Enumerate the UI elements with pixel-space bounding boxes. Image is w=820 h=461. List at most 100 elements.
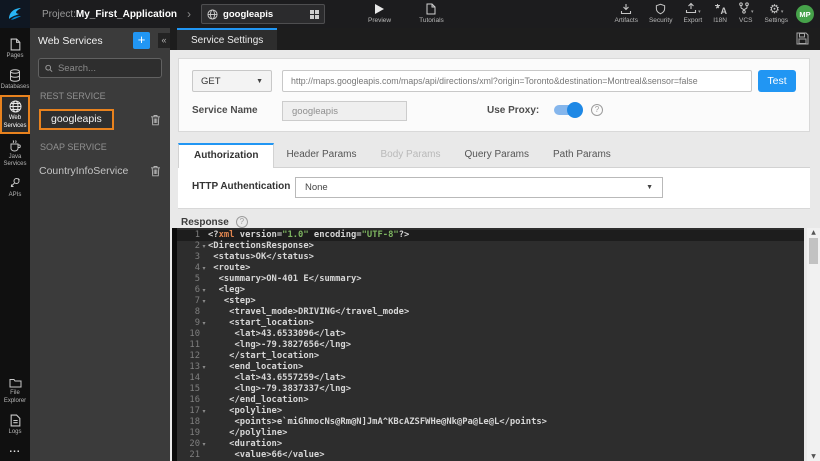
search-input[interactable]	[57, 62, 155, 74]
service-item-countryinfoservice[interactable]: CountryInfoService	[30, 157, 170, 184]
code-line: 10 <lat>43.6533096</lat>	[189, 329, 346, 339]
vertical-scrollbar[interactable]: ▲ ▼	[807, 228, 820, 461]
settings-button[interactable]: ⚙ ▾ Settings	[765, 3, 789, 24]
code-line: 12 </start_location>	[189, 351, 320, 361]
sidebar-more-button[interactable]: ...	[9, 440, 20, 461]
trash-icon	[151, 114, 160, 125]
service-item-googleapis[interactable]: googleapis	[30, 106, 170, 133]
request-form: GET ▼ Test Service Name Use Proxy: ?	[178, 58, 810, 132]
document-icon	[426, 3, 436, 15]
panel-title: Web Services	[38, 34, 103, 47]
test-button[interactable]: Test	[758, 70, 796, 92]
search-icon	[45, 64, 53, 72]
chevron-down-icon: ▼	[256, 77, 263, 85]
scroll-up-arrow[interactable]: ▲	[807, 229, 820, 236]
sidebar-item-databases[interactable]: Databases	[0, 64, 30, 95]
sidebar-item-label: Logs	[8, 428, 22, 435]
project-name: My_First_Application	[75, 8, 178, 20]
tab-body-params[interactable]: Body Params	[368, 143, 452, 167]
sidebar-item-pages[interactable]: Pages	[0, 33, 30, 64]
code-line: 20 ▾ <duration>	[189, 439, 283, 449]
sidebar-item-apis[interactable]: APIs	[0, 172, 30, 203]
collapse-panel-button[interactable]: «	[158, 33, 170, 48]
code-line: 3 <status>OK</status>	[194, 252, 314, 262]
scroll-down-arrow[interactable]: ▼	[807, 453, 820, 460]
service-selector-value: googleapis	[223, 8, 274, 20]
service-selector[interactable]: googleapis	[201, 4, 326, 24]
code-line: 4 ▾ <route>	[194, 263, 251, 273]
tab-query-params[interactable]: Query Params	[453, 143, 541, 167]
globe-icon	[9, 100, 21, 113]
preview-button[interactable]: Preview	[368, 3, 391, 24]
add-service-button[interactable]: +	[133, 32, 150, 49]
security-button[interactable]: Security	[649, 3, 672, 24]
response-label: Response	[181, 216, 229, 228]
security-label: Security	[648, 17, 673, 24]
preview-label: Preview	[368, 17, 392, 24]
code-line: 5 <summary>ON-401 E</summary>	[194, 274, 362, 284]
save-icon	[796, 32, 809, 45]
topbar-center: Preview Tutorials	[368, 3, 444, 24]
authorization-panel: HTTP Authentication None ▼	[178, 168, 810, 209]
proxy-help-icon[interactable]: ?	[591, 104, 603, 116]
chevron-down-icon: ▾	[780, 9, 784, 15]
sidebar-item-label: Databases	[0, 84, 30, 91]
use-proxy-toggle[interactable]	[553, 102, 583, 118]
panel-header: Web Services + «	[30, 28, 170, 53]
http-method-value: GET	[201, 75, 221, 87]
artifacts-button[interactable]: Artifacts	[614, 3, 638, 24]
logo-icon	[9, 8, 21, 20]
code-line: 21 <value>66</value>	[189, 450, 325, 460]
play-icon	[375, 3, 385, 15]
delete-service-button[interactable]	[150, 165, 161, 177]
sidebar-item-label: Java Services	[3, 153, 27, 167]
artifacts-icon	[620, 3, 632, 15]
left-sidebar: Pages Databases Web Services Java Servic…	[0, 28, 30, 461]
http-method-select[interactable]: GET ▼	[192, 70, 272, 92]
delete-service-button[interactable]	[150, 114, 161, 126]
sidebar-item-file-explorer[interactable]: File Explorer	[0, 372, 30, 408]
response-editor[interactable]: 1 <?xml version="1.0" encoding="UTF-8"?> 2…	[172, 228, 804, 461]
export-icon	[685, 2, 697, 16]
main-area: Service Settings GET ▼ Test Service Name…	[170, 28, 820, 461]
settings-label: Settings	[764, 17, 789, 24]
http-auth-label: HTTP Authentication	[192, 181, 291, 192]
response-header: Response ?	[181, 216, 248, 228]
url-input[interactable]	[282, 70, 752, 92]
editor-tab-bar: Service Settings	[170, 28, 820, 50]
folder-icon	[9, 379, 21, 388]
sidebar-item-web-services[interactable]: Web Services	[0, 95, 30, 134]
tab-path-params[interactable]: Path Params	[541, 143, 623, 167]
log-file-icon	[10, 414, 20, 427]
http-auth-value: None	[305, 182, 328, 193]
sidebar-item-logs[interactable]: Logs	[0, 409, 30, 440]
tab-header-params[interactable]: Header Params	[274, 143, 368, 167]
breadcrumb[interactable]: Project:My_First_Application	[42, 9, 177, 20]
tab-authorization[interactable]: Authorization	[178, 143, 275, 168]
tab-service-settings[interactable]: Service Settings	[177, 28, 278, 50]
export-button[interactable]: ▾ Export	[683, 2, 702, 24]
code-line: 1 <?xml version="1.0" encoding="UTF-8"?>	[172, 230, 804, 241]
toggle-knob	[567, 102, 583, 118]
tutorials-button[interactable]: Tutorials	[419, 3, 444, 24]
response-help-icon[interactable]: ?	[235, 216, 248, 228]
app-logo[interactable]	[0, 0, 30, 28]
http-auth-select[interactable]: None ▼	[295, 177, 663, 198]
service-item-label: googleapis	[39, 109, 114, 130]
save-button[interactable]	[796, 32, 809, 45]
scroll-thumb[interactable]	[809, 238, 818, 264]
chevron-down-icon: ▾	[698, 9, 701, 15]
plug-icon	[10, 178, 20, 188]
chevron-right-icon: ›	[187, 7, 192, 21]
sidebar-item-java-services[interactable]: Java Services	[0, 134, 30, 172]
avatar[interactable]: MP	[796, 5, 814, 23]
code-line: 16 </end_location>	[189, 395, 309, 405]
main-content: GET ▼ Test Service Name Use Proxy: ? Aut…	[170, 50, 820, 461]
param-tabs: Authorization Header Params Body Params …	[178, 143, 810, 168]
shield-icon	[655, 3, 666, 15]
service-name-input[interactable]	[282, 101, 407, 121]
code-line: 6 ▾ <leg>	[194, 285, 246, 295]
vcs-button[interactable]: ▾ VCS	[738, 2, 754, 24]
i18n-button[interactable]: A I18N	[713, 3, 727, 24]
code-line: 18 <points>e`miGhmocNs@Rm@N]JmA^KBcAZSFW…	[189, 417, 547, 427]
